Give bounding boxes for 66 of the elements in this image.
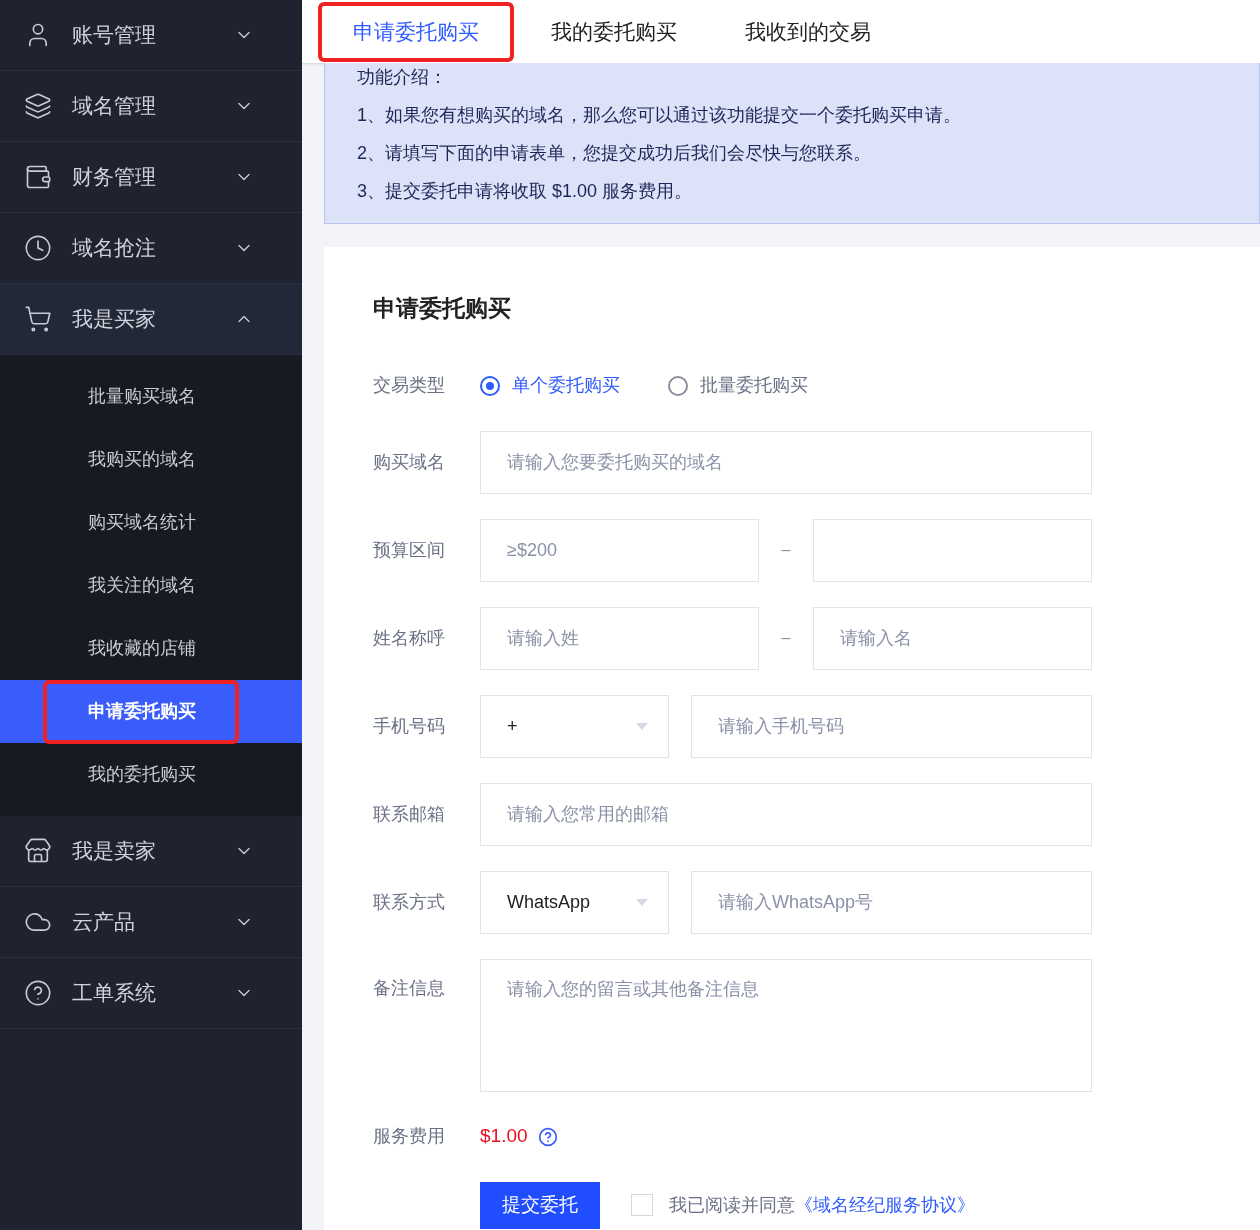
menu-label: 域名抢注	[72, 235, 157, 262]
layers-icon	[24, 92, 52, 120]
dropdown-caret-icon	[636, 722, 648, 730]
clock-icon	[24, 234, 52, 262]
submit-button[interactable]: 提交委托	[480, 1181, 600, 1229]
dropdown-select[interactable]: WhatsApp	[480, 870, 669, 934]
submenu-label: 购买域名统计	[88, 511, 196, 534]
field-label: 联系邮箱	[373, 802, 446, 826]
tab[interactable]: 申请委托购买	[318, 1, 514, 62]
field-label: 备注信息	[373, 976, 446, 1000]
field-label: 预算区间	[373, 538, 446, 562]
intro-title: 功能介绍：	[357, 66, 448, 89]
input-field[interactable]	[813, 518, 1092, 582]
menu-label: 我是买家	[72, 306, 157, 333]
menu-label: 我是卖家	[72, 838, 157, 865]
sidebar-menu-item[interactable]: 域名管理	[0, 71, 302, 142]
sidebar-menu-item[interactable]: 我是买家	[0, 284, 302, 355]
submenu-label: 我收藏的店铺	[88, 637, 196, 660]
field-label: 服务费用	[373, 1125, 446, 1148]
sidebar-menu-item[interactable]: 我是卖家	[0, 816, 302, 887]
form-title: 申请委托购买	[373, 294, 512, 323]
sidebar-menu-item[interactable]: 工单系统	[0, 958, 302, 1029]
submenu-label: 我的委托购买	[88, 763, 196, 786]
agreement-text: 我已阅读并同意	[669, 1193, 795, 1217]
tab[interactable]: 我的委托购买	[520, 1, 708, 62]
menu-label: 财务管理	[72, 164, 157, 191]
intro-line: 1、如果您有想购买的域名，那么您可以通过该功能提交一个委托购买申请。	[357, 104, 962, 127]
dropdown-select[interactable]: +	[480, 694, 669, 758]
submenu-item[interactable]: 我收藏的店铺	[0, 617, 302, 680]
fee-amount: $1.00	[480, 1124, 528, 1149]
tab[interactable]: 我收到的交易	[714, 1, 902, 62]
submenu-label: 我购买的域名	[88, 448, 196, 471]
submenu-item[interactable]: 购买域名统计	[0, 491, 302, 554]
agreement-link[interactable]: 《域名经纪服务协议》	[795, 1191, 975, 1219]
intro-line: 3、提交委托申请将收取 $1.00 服务费用。	[357, 180, 694, 203]
radio-option[interactable]: 批量委托购买	[668, 372, 808, 399]
range-separator: –	[780, 540, 792, 560]
sidebar-menu-item[interactable]: 财务管理	[0, 142, 302, 213]
menu-label: 账号管理	[72, 22, 157, 49]
submenu-item[interactable]: 批量购买域名	[0, 365, 302, 428]
sidebar-menu-item[interactable]: 云产品	[0, 887, 302, 958]
field-label: 购买域名	[373, 450, 446, 474]
dropdown-caret-icon	[636, 898, 648, 906]
field-label: 姓名称呼	[373, 626, 446, 650]
cart-icon	[24, 305, 52, 333]
menu-label: 域名管理	[72, 93, 157, 120]
submenu-item[interactable]: 我关注的域名	[0, 554, 302, 617]
field-label: 联系方式	[373, 890, 446, 914]
radio-option[interactable]: 单个委托购买	[480, 372, 620, 399]
field-label: 手机号码	[373, 714, 446, 738]
submenu-item[interactable]: 申请委托购买	[0, 680, 302, 743]
wallet-icon	[24, 163, 52, 191]
submenu-item[interactable]: 我的委托购买	[0, 743, 302, 806]
agreement-checkbox[interactable]	[631, 1194, 653, 1216]
menu-label: 工单系统	[72, 980, 157, 1007]
field-label: 交易类型	[373, 374, 446, 397]
range-separator: –	[780, 628, 792, 648]
submenu-label: 批量购买域名	[88, 385, 196, 408]
submenu-item[interactable]: 我购买的域名	[0, 428, 302, 491]
intro-line: 2、请填写下面的申请表单，您提交成功后我们会尽快与您联系。	[357, 142, 872, 165]
menu-label: 云产品	[72, 909, 136, 936]
submenu-label: 我关注的域名	[88, 574, 196, 597]
help-icon[interactable]	[537, 1126, 558, 1147]
submenu-label: 申请委托购买	[88, 700, 196, 723]
help-icon	[24, 979, 52, 1007]
store-icon	[24, 837, 52, 865]
